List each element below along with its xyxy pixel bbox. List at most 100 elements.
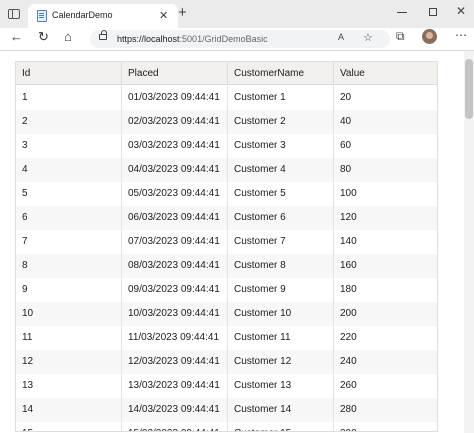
cell-id: 2: [16, 110, 122, 134]
cell-placed: 01/03/2023 09:44:41: [122, 86, 228, 110]
page-viewport: Id Placed CustomerName Value 1 01/03/2023…: [0, 51, 474, 433]
more-menu-icon[interactable]: ⋯: [455, 28, 467, 42]
cell-value: 240: [340, 356, 357, 367]
cell-placed: 10/03/2023 09:44:41: [122, 302, 228, 326]
cell-customername: Customer 13: [228, 374, 334, 398]
table-row[interactable]: 7 07/03/2023 09:44:41 Customer 7 140: [16, 230, 437, 254]
table-row[interactable]: 6 06/03/2023 09:44:41 Customer 6 120: [16, 206, 437, 230]
page-scrollbar[interactable]: [464, 51, 474, 433]
cell-customername: Customer 5: [228, 182, 334, 206]
cell-id: 7: [16, 230, 122, 254]
column-header-customername[interactable]: CustomerName: [228, 62, 334, 85]
cell-id: 8: [16, 254, 122, 278]
column-header-value[interactable]: Value: [334, 62, 437, 85]
cell-id: 11: [16, 326, 122, 350]
column-header-id[interactable]: Id: [16, 62, 122, 85]
new-tab-button[interactable]: +: [178, 5, 187, 21]
tab-calendardemo[interactable]: CalendarDemo ✕: [28, 4, 178, 28]
cell-placed: 08/03/2023 09:44:41: [122, 254, 228, 278]
cell-placed: 11/03/2023 09:44:41: [122, 326, 228, 350]
cell-placed: 05/03/2023 09:44:41: [122, 182, 228, 206]
cell-customername: Customer 12: [228, 350, 334, 374]
cell-placed: 12/03/2023 09:44:41: [122, 350, 228, 374]
cell-value: 140: [340, 236, 357, 247]
cell-customername: Customer 1: [228, 86, 334, 110]
cell-placed: 07/03/2023 09:44:41: [122, 230, 228, 254]
cell-customername: Customer 14: [228, 398, 334, 422]
favorites-star-icon[interactable]: ☆: [363, 31, 373, 44]
cell-placed: 06/03/2023 09:44:41: [122, 206, 228, 230]
cell-id: 4: [16, 158, 122, 182]
maximize-icon[interactable]: [429, 8, 437, 16]
grid-header: Id Placed CustomerName Value: [16, 62, 437, 85]
grid-body: 1 01/03/2023 09:44:41 Customer 1 20 2 02/03/2…: [16, 86, 437, 431]
table-row[interactable]: 14 14/03/2023 09:44:41 Customer 14 280: [16, 398, 437, 422]
table-row[interactable]: 2 02/03/2023 09:44:41 Customer 2 40: [16, 110, 437, 134]
home-icon[interactable]: ⌂: [64, 29, 72, 45]
table-row[interactable]: 12 12/03/2023 09:44:41 Customer 12 240: [16, 350, 437, 374]
column-header-placed[interactable]: Placed: [122, 62, 228, 85]
cell-customername: Customer 4: [228, 158, 334, 182]
cell-customername: Customer 10: [228, 302, 334, 326]
table-row[interactable]: 1 01/03/2023 09:44:41 Customer 1 20: [16, 86, 437, 110]
read-aloud-icon[interactable]: A: [338, 32, 344, 42]
cell-value: 220: [340, 332, 357, 343]
extensions-icon[interactable]: ⧉: [396, 29, 405, 44]
cell-value: 80: [340, 164, 352, 175]
cell-value: 20: [340, 92, 352, 103]
cell-value: 280: [340, 404, 357, 415]
table-row[interactable]: 5 05/03/2023 09:44:41 Customer 5 100: [16, 182, 437, 206]
table-row[interactable]: 8 08/03/2023 09:44:41 Customer 8 160: [16, 254, 437, 278]
cell-placed: 04/03/2023 09:44:41: [122, 158, 228, 182]
cell-id: 1: [16, 86, 122, 110]
cell-id: 6: [16, 206, 122, 230]
tab-bar: CalendarDemo ✕ + ✕: [0, 0, 474, 28]
cell-value: 100: [340, 188, 357, 199]
cell-value: 40: [340, 116, 352, 127]
cell-id: 15: [16, 422, 122, 431]
refresh-icon[interactable]: ↻: [38, 29, 49, 45]
cell-value: 60: [340, 140, 352, 151]
window-close-icon[interactable]: ✕: [456, 4, 466, 18]
cell-customername: Customer 2: [228, 110, 334, 134]
profile-avatar[interactable]: [422, 29, 437, 44]
cell-id: 5: [16, 182, 122, 206]
cell-id: 10: [16, 302, 122, 326]
back-icon[interactable]: ←: [10, 29, 23, 45]
cell-placed: 03/03/2023 09:44:41: [122, 134, 228, 158]
cell-value: 260: [340, 380, 357, 391]
page-favicon-icon: [37, 10, 47, 22]
tab-actions-icon[interactable]: [8, 9, 20, 19]
data-grid: Id Placed CustomerName Value 1 01/03/2023…: [15, 61, 438, 432]
lock-icon[interactable]: [99, 30, 107, 40]
table-row[interactable]: 10 10/03/2023 09:44:41 Customer 10 200: [16, 302, 437, 326]
table-row[interactable]: 9 09/03/2023 09:44:41 Customer 9 180: [16, 278, 437, 302]
cell-customername: Customer 9: [228, 278, 334, 302]
cell-value: 180: [340, 284, 357, 295]
cell-value: 160: [340, 260, 357, 271]
cell-id: 13: [16, 374, 122, 398]
table-row[interactable]: 4 04/03/2023 09:44:41 Customer 4 80: [16, 158, 437, 182]
cell-id: 9: [16, 278, 122, 302]
cell-customername: Customer 15: [228, 422, 334, 431]
minimize-icon[interactable]: [397, 12, 407, 13]
table-row[interactable]: 11 11/03/2023 09:44:41 Customer 11 220: [16, 326, 437, 350]
table-row[interactable]: 13 13/03/2023 09:44:41 Customer 13 260: [16, 374, 437, 398]
cell-value: 300: [334, 422, 437, 431]
tab-close-icon[interactable]: ✕: [159, 9, 168, 22]
table-row[interactable]: 1515/03/2023 09:44:41Customer 15300: [16, 422, 437, 431]
cell-customername: Customer 8: [228, 254, 334, 278]
cell-placed: 02/03/2023 09:44:41: [122, 110, 228, 134]
cell-placed: 15/03/2023 09:44:41: [122, 422, 228, 431]
address-bar[interactable]: https://localhost:5001/GridDemoBasic A ☆: [90, 30, 390, 48]
tab-title: CalendarDemo: [52, 10, 113, 20]
cell-placed: 13/03/2023 09:44:41: [122, 374, 228, 398]
cell-id: 14: [16, 398, 122, 422]
table-row[interactable]: 3 03/03/2023 09:44:41 Customer 3 60: [16, 134, 437, 158]
cell-value: 120: [340, 212, 357, 223]
page-scrollbar-thumb[interactable]: [465, 59, 473, 119]
cell-customername: Customer 7: [228, 230, 334, 254]
cell-customername: Customer 11: [228, 326, 334, 350]
url-text[interactable]: https://localhost:5001/GridDemoBasic: [117, 34, 268, 44]
cell-value: 200: [340, 308, 357, 319]
